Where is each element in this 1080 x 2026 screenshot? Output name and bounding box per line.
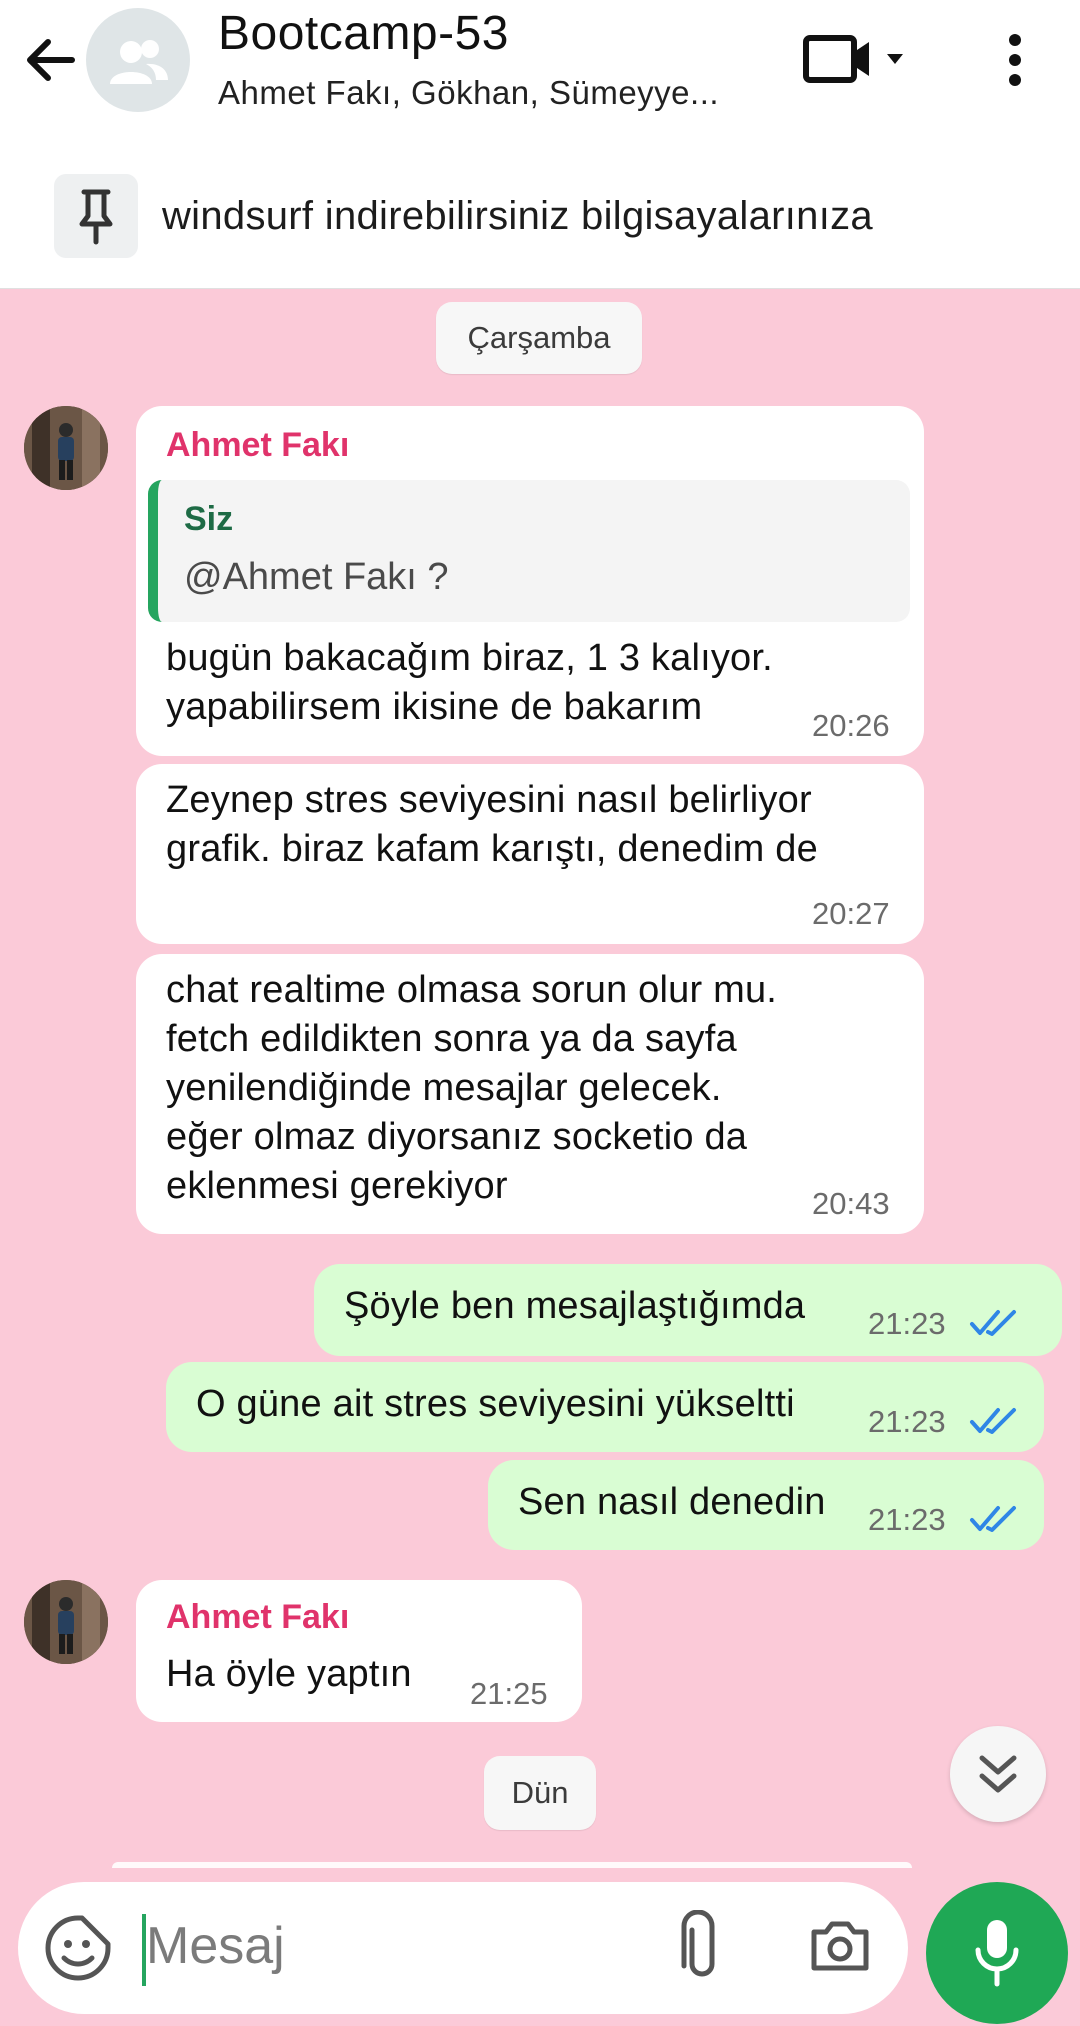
group-avatar-icon <box>110 40 168 84</box>
pin-button[interactable] <box>54 174 138 258</box>
chat-members[interactable]: Ahmet Fakı, Gökhan, Sümeyye... <box>218 74 719 112</box>
sender-name[interactable]: Ahmet Fakı <box>166 426 349 465</box>
quoted-message[interactable]: Siz @Ahmet Fakı ? <box>148 480 910 622</box>
double-check-icon <box>970 1506 1016 1532</box>
quote-text: @Ahmet Fakı ? <box>184 556 449 598</box>
message-text: bugün bakacağım biraz, 1 3 kalıyor. yapa… <box>166 637 773 728</box>
message-text: Şöyle ben mesajlaştığımda <box>344 1285 806 1327</box>
outgoing-message-bubble[interactable]: Şöyle ben mesajlaştığımda 21:23 <box>314 1264 1062 1356</box>
pinned-message-bar[interactable]: windsurf indirebilirsiniz bilgisayaların… <box>0 144 1080 289</box>
double-chevron-down-icon <box>979 1755 1017 1793</box>
outgoing-message-bubble[interactable]: O güne ait stres seviyesini yükseltti 21… <box>166 1362 1044 1452</box>
message-input[interactable]: Mesaj <box>146 1916 285 1976</box>
person-photo-icon <box>24 1580 108 1664</box>
pin-icon <box>79 189 113 245</box>
message-time: 21:23 <box>868 1306 946 1341</box>
message-text: chat realtime olmasa sorun olur mu. fetc… <box>166 969 778 1207</box>
sender-name[interactable]: Ahmet Fakı <box>166 1598 349 1637</box>
dropdown-icon <box>887 54 903 64</box>
message-text: Sen nasıl denedin <box>518 1481 826 1523</box>
message-text: Zeynep stres seviyesini nasıl belirliyor… <box>166 779 818 870</box>
chat-title[interactable]: Bootcamp-53 <box>218 6 509 61</box>
message-bubble[interactable]: Zeynep stres seviyesini nasıl belirliyor… <box>136 764 924 944</box>
quote-sender: Siz <box>184 500 234 538</box>
message-text: Ha öyle yaptın <box>166 1653 412 1695</box>
date-chip: Dün <box>484 1756 596 1830</box>
person-photo-icon <box>24 406 108 490</box>
more-vert-icon[interactable] <box>995 30 1035 90</box>
date-chip: Çarşamba <box>436 302 642 374</box>
avatar[interactable] <box>24 406 108 490</box>
message-bubble[interactable]: chat realtime olmasa sorun olur mu. fetc… <box>136 954 924 1234</box>
voice-record-button[interactable] <box>926 1882 1068 2024</box>
message-time: 20:26 <box>812 708 890 743</box>
sticker-emoji-icon[interactable] <box>44 1914 112 1982</box>
scroll-to-bottom-button[interactable] <box>950 1726 1046 1822</box>
message-bubble[interactable]: Ahmet Fakı Siz @Ahmet Fakı ? bugün bakac… <box>136 406 924 756</box>
group-avatar[interactable] <box>86 8 190 112</box>
back-arrow-icon[interactable] <box>20 30 80 90</box>
message-time: 20:43 <box>812 1186 890 1221</box>
message-time: 21:23 <box>868 1502 946 1537</box>
message-time: 20:27 <box>812 896 890 931</box>
message-time: 21:25 <box>470 1676 548 1711</box>
outgoing-message-bubble[interactable]: Sen nasıl denedin 21:23 <box>488 1460 1044 1550</box>
camera-icon[interactable] <box>808 1914 872 1978</box>
message-text: O güne ait stres seviyesini yükseltti <box>196 1383 795 1425</box>
double-check-icon <box>970 1408 1016 1434</box>
pinned-message-text: windsurf indirebilirsiniz bilgisayaların… <box>162 194 873 238</box>
message-bubble[interactable]: Ahmet Fakı Ha öyle yaptın 21:25 <box>136 1580 582 1722</box>
avatar[interactable] <box>24 1580 108 1664</box>
microphone-icon <box>975 1920 1019 1987</box>
attach-icon[interactable] <box>674 1910 730 1986</box>
next-message-edge <box>112 1862 912 1868</box>
double-check-icon <box>970 1310 1016 1336</box>
chat-header: Bootcamp-53 Ahmet Fakı, Gökhan, Sümeyye.… <box>0 0 1080 145</box>
message-time: 21:23 <box>868 1404 946 1439</box>
video-call-icon[interactable] <box>803 32 903 88</box>
message-input-bar[interactable]: Mesaj <box>18 1882 908 2014</box>
